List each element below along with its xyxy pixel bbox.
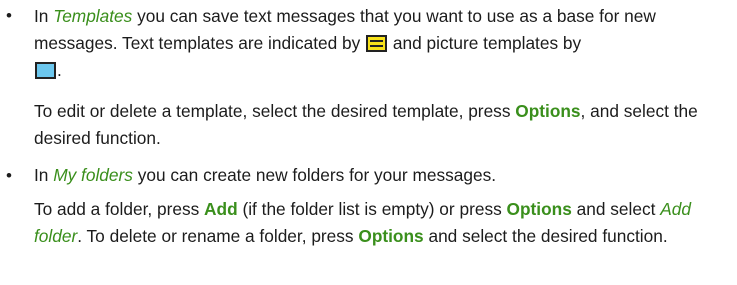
text-run: To add a folder, press (34, 199, 205, 219)
templates-paragraph: In Templates you can save text messages … (34, 3, 724, 84)
options-term: Options (506, 199, 572, 219)
my-folders-term: My folders (53, 165, 133, 185)
text-run: In (34, 165, 54, 185)
text-run: and picture templates by (388, 33, 582, 53)
text-run: you can create new folders for your mess… (132, 165, 497, 185)
my-folders-paragraph: In My folders you can create new folders… (34, 162, 724, 189)
text-run: . To delete or rename a folder, press (77, 226, 359, 246)
templates-term: Templates (53, 6, 133, 26)
options-term: Options (358, 226, 424, 246)
edit-template-paragraph: To edit or delete a template, select the… (34, 98, 724, 152)
text-run: . (57, 60, 62, 80)
text-run: In (34, 6, 54, 26)
add-folder-paragraph: To add a folder, press Add (if the folde… (34, 196, 724, 250)
text-run: and select the desired function. (423, 226, 668, 246)
text-run: and select (571, 199, 661, 219)
manual-page: • In Templates you can save text message… (0, 0, 737, 285)
text-run: (if the folder list is empty) or press (237, 199, 507, 219)
picture-template-icon (35, 62, 56, 79)
bullet: • (6, 6, 12, 25)
text-run: To edit or delete a template, select the… (34, 101, 516, 121)
bullet: • (6, 166, 12, 185)
add-term: Add (204, 199, 238, 219)
text-template-icon (366, 35, 388, 52)
options-term: Options (515, 101, 581, 121)
